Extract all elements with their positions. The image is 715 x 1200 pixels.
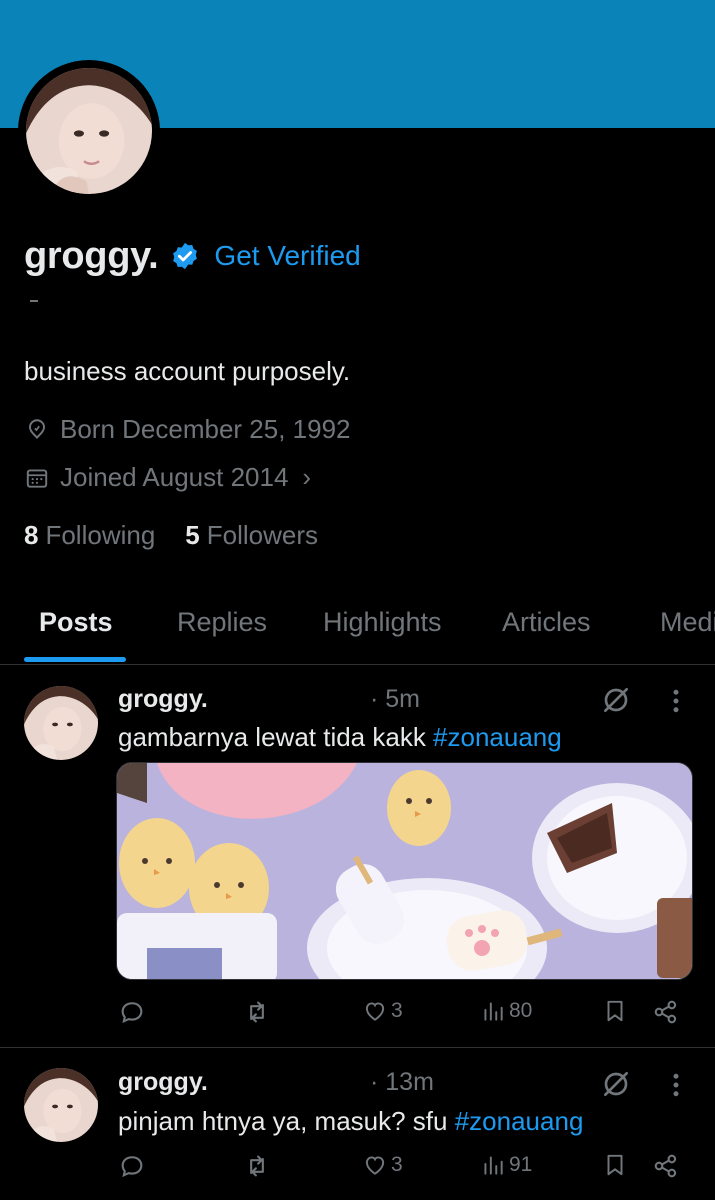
post-avatar[interactable] (24, 1068, 98, 1142)
following-count: 8 (24, 520, 39, 550)
heart-icon (365, 1002, 385, 1021)
post-timestamp[interactable]: · 5m (370, 685, 420, 714)
views-button[interactable]: 91 (480, 1152, 532, 1178)
view-count: 91 (509, 1153, 533, 1176)
handle-placeholder (30, 300, 38, 302)
followers-link[interactable]: 5 Followers (185, 520, 318, 551)
birthdate-row: Born December 25, 1992 (24, 414, 351, 445)
post-actions: 3 80 (0, 998, 715, 1034)
view-count: 80 (509, 999, 533, 1022)
joined-text: Joined August 2014 (60, 462, 289, 492)
followers-label: Followers (206, 520, 319, 550)
display-name: groggy. (24, 234, 159, 277)
post-image[interactable] (116, 762, 693, 980)
repost-button[interactable] (243, 998, 271, 1026)
post-body: gambarnya lewat tida kakk (118, 722, 434, 752)
share-button[interactable] (652, 1152, 680, 1180)
profile-avatar[interactable] (18, 60, 160, 202)
avatar-photo (24, 1068, 98, 1142)
profile-bio: business account purposely. (24, 356, 351, 386)
share-icon (654, 1154, 677, 1178)
heart-icon (365, 1156, 385, 1175)
follow-stats: 8 Following 5 Followers (24, 520, 318, 551)
birthdate-text: Born December 25, 1992 (60, 414, 351, 444)
tab-media[interactable]: Media (660, 607, 715, 638)
like-button[interactable]: 3 (362, 1152, 403, 1178)
post-author-name[interactable]: groggy. (118, 685, 208, 714)
like-count: 3 (391, 999, 403, 1022)
verified-badge-icon[interactable] (170, 241, 200, 271)
post[interactable]: groggy. · 5m gambarnya lewat tida kakk #… (0, 670, 715, 1048)
active-tab-indicator (24, 657, 126, 662)
repost-button[interactable] (243, 1152, 271, 1180)
reply-icon (121, 1002, 143, 1024)
tab-highlights[interactable]: Highlights (323, 607, 442, 638)
repost-icon (250, 1001, 264, 1023)
calendar-icon (26, 468, 48, 488)
location-pin-icon (28, 418, 46, 439)
post-actions: 3 91 (0, 1152, 715, 1188)
joined-row[interactable]: Joined August 2014 › (24, 462, 311, 493)
views-chart-icon (484, 1002, 503, 1021)
bookmark-button[interactable] (602, 998, 628, 1024)
bookmark-icon (607, 1154, 623, 1176)
post-timestamp[interactable]: · 13m (370, 1068, 434, 1097)
more-options-icon[interactable] (666, 1070, 686, 1100)
followers-count: 5 (185, 520, 200, 550)
like-button[interactable]: 3 (362, 998, 403, 1024)
profile-tabs: Posts Replies Highlights Articles Media (0, 595, 715, 665)
more-options-icon[interactable] (666, 686, 686, 716)
tab-posts[interactable]: Posts (39, 607, 113, 638)
tab-replies[interactable]: Replies (177, 607, 267, 638)
following-label: Following (45, 520, 156, 550)
repost-icon (250, 1155, 264, 1177)
bookmark-icon (607, 1000, 623, 1022)
get-verified-link[interactable]: Get Verified (214, 240, 360, 272)
share-button[interactable] (652, 998, 680, 1026)
post-image-illustration (117, 763, 692, 979)
grok-icon[interactable] (600, 1068, 632, 1100)
share-icon (654, 1000, 677, 1024)
post[interactable]: groggy. · 13m pinjam htnya ya, masuk? sf… (0, 1050, 715, 1200)
post-body: pinjam htnya ya, masuk? sfu (118, 1106, 455, 1136)
hashtag-link[interactable]: #zonauang (455, 1106, 584, 1136)
post-avatar[interactable] (24, 686, 98, 760)
post-author-name[interactable]: groggy. (118, 1068, 208, 1097)
profile-name-row: groggy. Get Verified (24, 232, 361, 280)
bookmark-button[interactable] (602, 1152, 628, 1178)
grok-icon[interactable] (600, 684, 632, 716)
avatar-photo (24, 686, 98, 760)
reply-button[interactable] (118, 1152, 146, 1180)
hashtag-link[interactable]: #zonauang (433, 722, 562, 752)
tab-articles[interactable]: Articles (502, 607, 591, 638)
chevron-right-icon: › (302, 462, 312, 492)
avatar-photo (26, 68, 152, 194)
reply-icon (121, 1156, 143, 1178)
following-link[interactable]: 8 Following (24, 520, 155, 551)
views-chart-icon (484, 1156, 503, 1175)
post-text: gambarnya lewat tida kakk #zonauang (118, 722, 562, 753)
views-button[interactable]: 80 (480, 998, 532, 1024)
reply-button[interactable] (118, 998, 146, 1026)
post-text: pinjam htnya ya, masuk? sfu #zonauang (118, 1106, 583, 1137)
like-count: 3 (391, 1153, 403, 1176)
